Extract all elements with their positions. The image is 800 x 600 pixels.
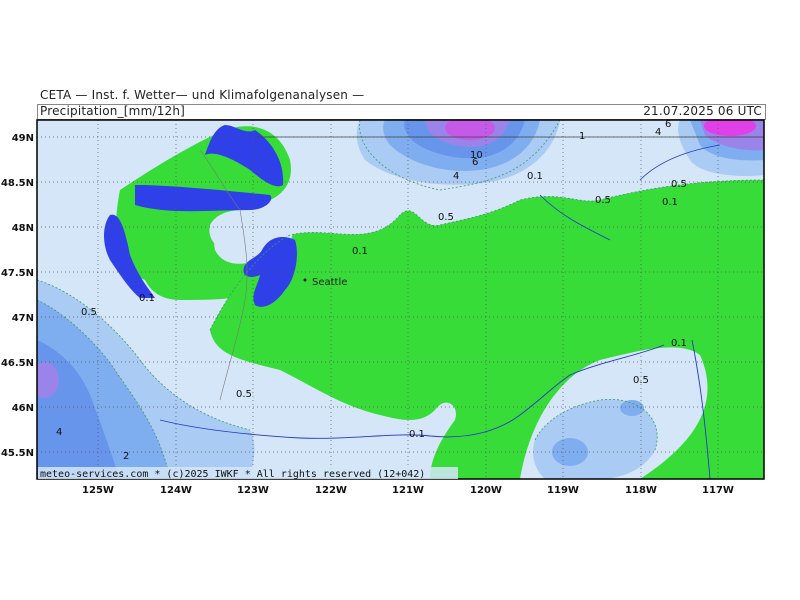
lat-label: 46.5N bbox=[1, 358, 34, 369]
contour-label: 0.5 bbox=[595, 195, 611, 206]
contour-label: 0.5 bbox=[438, 212, 454, 223]
lon-label: 120W bbox=[470, 485, 502, 496]
lat-label: 47N bbox=[12, 313, 34, 324]
contour-label: 1 bbox=[579, 131, 585, 142]
contour-label: 0.5 bbox=[236, 389, 252, 400]
city-label-seattle: Seattle bbox=[312, 277, 347, 288]
contour-label: 4 bbox=[655, 127, 661, 138]
precip-max-northeast bbox=[704, 120, 756, 136]
contour-label: 0.5 bbox=[81, 307, 97, 318]
contour-label: 6 bbox=[472, 157, 478, 168]
lon-label: 117W bbox=[702, 485, 734, 496]
lon-label: 123W bbox=[237, 485, 269, 496]
lon-label: 121W bbox=[392, 485, 424, 496]
lon-label: 124W bbox=[160, 485, 192, 496]
contour-label: 0.1 bbox=[527, 171, 543, 182]
lon-label: 119W bbox=[547, 485, 579, 496]
longitude-labels: 125W 124W 123W 122W 121W 120W 119W 118W … bbox=[82, 485, 734, 496]
contour-label: 4 bbox=[453, 171, 459, 182]
lat-label: 48.5N bbox=[1, 178, 34, 189]
lon-label: 125W bbox=[82, 485, 114, 496]
precip-max-southwest bbox=[37, 362, 59, 398]
lon-label: 118W bbox=[625, 485, 657, 496]
contour-label: 6 bbox=[665, 119, 671, 130]
lat-label: 49N bbox=[12, 133, 34, 144]
lat-label: 46N bbox=[12, 403, 34, 414]
contour-label: 0.1 bbox=[139, 293, 155, 304]
contour-label: 0.1 bbox=[671, 338, 687, 349]
latitude-labels: 49N 48.5N 48N 47.5N 47N 46.5N 46N 45.5N bbox=[1, 133, 34, 459]
contour-label: 4 bbox=[56, 427, 62, 438]
contour-label: 2 bbox=[123, 451, 129, 462]
contour-label: 0.1 bbox=[352, 246, 368, 257]
city-marker bbox=[303, 278, 307, 282]
contour-label: 0.5 bbox=[671, 179, 687, 190]
contour-label: 0.5 bbox=[633, 375, 649, 386]
lon-label: 122W bbox=[315, 485, 347, 496]
precip-spot-southeast-1 bbox=[620, 400, 644, 416]
lat-label: 48N bbox=[12, 223, 34, 234]
lat-label: 45.5N bbox=[1, 448, 34, 459]
precipitation-map: Seattle 1 4 6 10 6 4 0.1 0.5 0.5 0.1 0.5… bbox=[1, 119, 765, 496]
lat-label: 47.5N bbox=[1, 268, 34, 279]
contour-label: 0.1 bbox=[409, 429, 425, 440]
contour-label: 0.1 bbox=[662, 197, 678, 208]
copyright-footer: meteo-services.com * (c)2025 IWKF * All … bbox=[40, 469, 425, 480]
